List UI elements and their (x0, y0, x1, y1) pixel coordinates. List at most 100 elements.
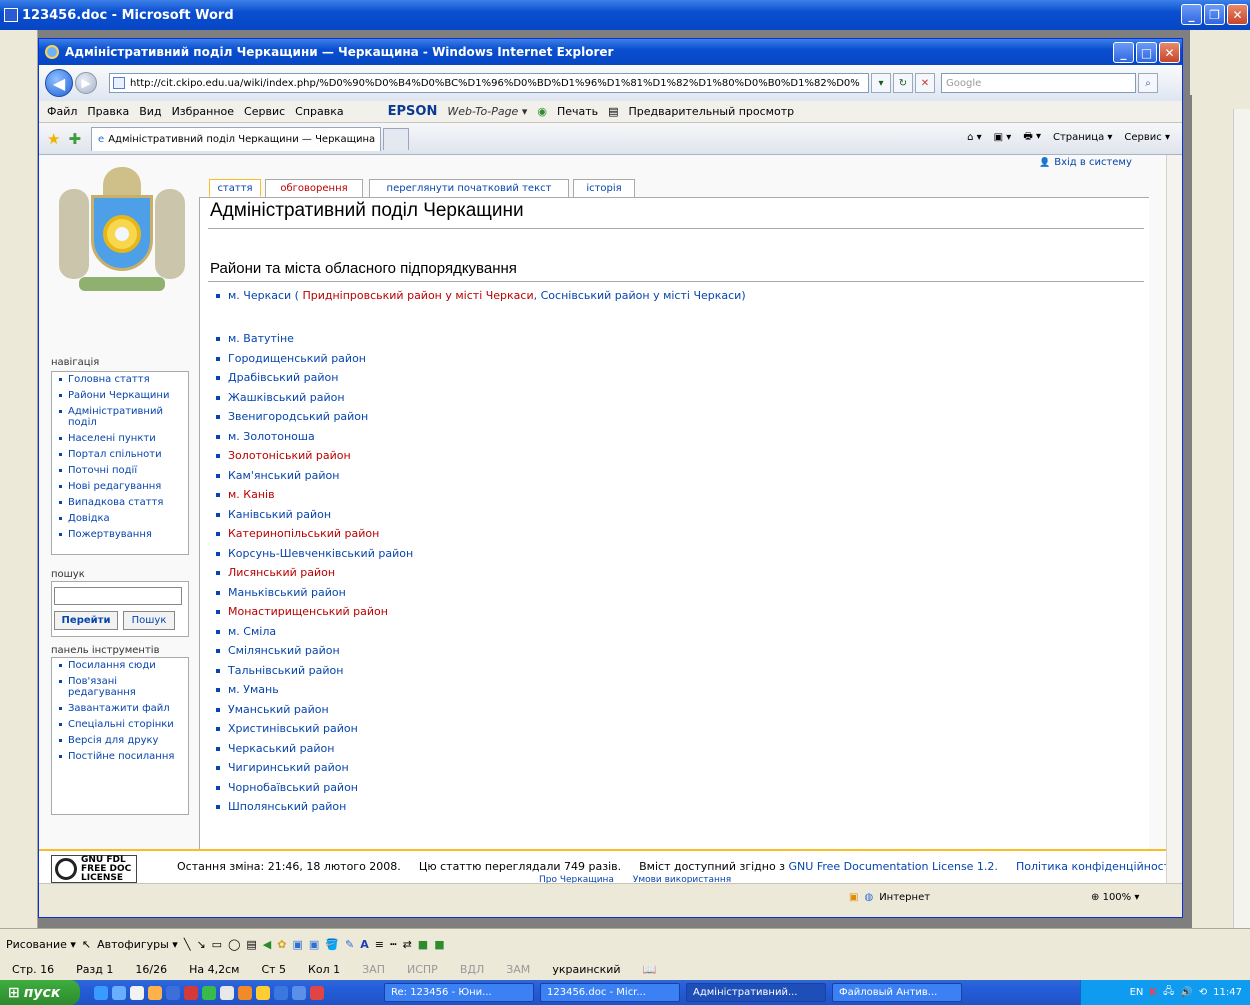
arrow-style-icon[interactable]: ⇄ (403, 938, 412, 951)
shadow-icon[interactable]: ■ (418, 938, 428, 951)
list-item[interactable]: Канівський район (210, 505, 413, 525)
nav-recent-changes[interactable]: Нові редагування (56, 481, 186, 492)
tab-discussion[interactable]: обговорення (265, 179, 363, 197)
quicklaunch-word-icon[interactable] (166, 985, 180, 1000)
sosnivskyi-link[interactable]: Соснівський район у місті Черкаси (541, 289, 742, 302)
line-color-icon[interactable]: ✎ (345, 938, 354, 951)
status-trk[interactable]: ИСПР (407, 963, 438, 976)
ie-close-button[interactable]: ✕ (1159, 42, 1180, 63)
list-item[interactable]: Чигиринський район (210, 758, 413, 778)
stop-button[interactable]: ✕ (915, 73, 935, 93)
tab-history[interactable]: історія (573, 179, 635, 197)
service-menu[interactable]: Сервис ▾ (1124, 132, 1170, 143)
nav-main-article[interactable]: Головна стаття (56, 374, 186, 385)
list-item[interactable]: Черкаський район (210, 739, 413, 759)
list-item[interactable]: м. Сміла (210, 622, 413, 642)
list-item[interactable]: Уманський район (210, 700, 413, 720)
search-input[interactable]: Google (941, 73, 1136, 93)
print-icon[interactable]: ◉ (537, 105, 547, 118)
wiki-search-input[interactable] (54, 587, 182, 605)
fill-color-icon[interactable]: 🪣 (325, 938, 339, 951)
print-button[interactable]: Печать (557, 105, 598, 118)
list-item[interactable]: м. Умань (210, 680, 413, 700)
nav-districts[interactable]: Райони Черкащини (56, 390, 186, 401)
menu-favorites[interactable]: Избранное (172, 105, 234, 118)
ie-minimize-button[interactable]: _ (1113, 42, 1134, 63)
quicklaunch-media-icon[interactable] (184, 985, 198, 1000)
add-favorite-icon[interactable]: ✚ (68, 130, 81, 148)
autoshapes-menu[interactable]: Автофигуры ▾ (97, 938, 178, 951)
line-icon[interactable]: ╲ (184, 938, 191, 951)
list-item[interactable]: Чорнобаївський район (210, 778, 413, 798)
quicklaunch-star-icon[interactable] (256, 985, 270, 1000)
about-link[interactable]: Про Черкащина (539, 875, 614, 883)
tool-special-pages[interactable]: Спеціальні сторінки (56, 719, 186, 730)
dash-style-icon[interactable]: ┅ (390, 938, 397, 951)
nav-help[interactable]: Довідка (56, 513, 186, 524)
arrow-icon[interactable]: ↘ (196, 938, 205, 951)
quicklaunch-folder-icon[interactable] (220, 985, 234, 1000)
tray-network-icon[interactable]: 🖧 (1163, 984, 1174, 1001)
task-word[interactable]: 123456.doc - Micr... (540, 983, 680, 1002)
quicklaunch-ie-icon[interactable] (94, 985, 108, 1000)
privacy-link[interactable]: Політика конфіденційності (1016, 860, 1166, 873)
home-icon[interactable]: ⌂ ▾ (967, 132, 982, 143)
login-link[interactable]: Вхід в систему (1039, 157, 1132, 168)
cursor-icon[interactable]: ↖ (82, 938, 91, 951)
tray-update-icon[interactable]: ⟲ (1199, 987, 1207, 998)
clipart-icon[interactable]: ▣ (292, 938, 302, 951)
list-item[interactable]: Христинівський район (210, 719, 413, 739)
nav-random-article[interactable]: Випадкова стаття (56, 497, 186, 508)
quicklaunch-mail-icon[interactable] (130, 985, 144, 1000)
list-item[interactable]: м. Ватутіне (210, 329, 413, 349)
nav-admin-division[interactable]: Адміністративний поділ (56, 406, 186, 428)
refresh-button[interactable]: ↻ (893, 73, 913, 93)
word-vertical-scrollbar[interactable] (1233, 109, 1250, 929)
tool-related-changes[interactable]: Пов'язані редагування (56, 676, 186, 698)
word-close-button[interactable]: ✕ (1227, 4, 1248, 25)
oval-icon[interactable]: ◯ (228, 938, 240, 951)
status-rec[interactable]: ЗАП (362, 963, 385, 976)
font-color-icon[interactable]: A (360, 938, 369, 951)
list-item[interactable]: Тальнівський район (210, 661, 413, 681)
quicklaunch-paint-icon[interactable] (148, 985, 162, 1000)
nav-community-portal[interactable]: Портал спільноти (56, 449, 186, 460)
ie-vertical-scrollbar[interactable] (1166, 155, 1182, 883)
3d-icon[interactable]: ■ (434, 938, 444, 951)
list-item[interactable]: Монастирищенський район (210, 602, 413, 622)
cherkasy-link[interactable]: м. Черкаси (228, 289, 291, 302)
task-mail[interactable]: Re: 123456 - Юни... (384, 983, 534, 1002)
url-dropdown-button[interactable]: ▾ (871, 73, 891, 93)
rectangle-icon[interactable]: ▭ (212, 938, 222, 951)
terms-link[interactable]: Умови використання (633, 875, 731, 883)
tool-what-links-here[interactable]: Посилання сюди (56, 660, 186, 671)
language-indicator[interactable]: EN (1130, 987, 1144, 998)
quicklaunch-app-icon[interactable] (202, 985, 216, 1000)
list-item[interactable]: Лисянський район (210, 563, 413, 583)
textbox-icon[interactable]: ▤ (246, 938, 256, 951)
word-maximize-button[interactable]: ❐ (1204, 4, 1225, 25)
tool-permanent-link[interactable]: Постійне посилання (56, 751, 186, 762)
list-item[interactable]: Жашківський район (210, 388, 413, 408)
wordart-icon[interactable]: ◀ (263, 938, 271, 951)
menu-edit[interactable]: Правка (87, 105, 129, 118)
page-menu[interactable]: Страница ▾ (1053, 132, 1112, 143)
quicklaunch-antivirus-icon[interactable] (310, 985, 324, 1000)
spellcheck-icon[interactable]: 📖 (643, 963, 657, 976)
forward-button[interactable]: ▶ (75, 72, 97, 94)
tool-upload-file[interactable]: Завантажити файл (56, 703, 186, 714)
list-item[interactable]: Катеринопільський район (210, 524, 413, 544)
print-cmd-icon[interactable]: 🖶 ▾ (1023, 129, 1041, 146)
quicklaunch-shield-icon[interactable] (292, 985, 306, 1000)
license-link[interactable]: GNU Free Documentation License 1.2. (789, 860, 998, 873)
tray-antivirus-icon[interactable]: K (1149, 987, 1157, 998)
gfdl-logo[interactable]: GNU FDL FREE DOC LICENSE (51, 855, 137, 883)
tab-view-source[interactable]: переглянути початковий текст (369, 179, 569, 197)
line-style-icon[interactable]: ≡ (375, 938, 384, 951)
task-ie[interactable]: Адміністративний... (686, 983, 826, 1002)
list-item[interactable]: Золотоніський район (210, 446, 413, 466)
list-item[interactable]: м. Канів (210, 485, 413, 505)
word-minimize-button[interactable]: _ (1181, 4, 1202, 25)
menu-view[interactable]: Вид (139, 105, 161, 118)
quicklaunch-fire-icon[interactable] (238, 985, 252, 1000)
